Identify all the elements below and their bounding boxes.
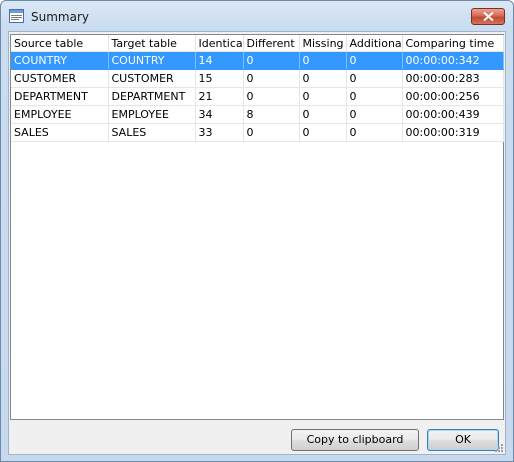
table-row[interactable]: DEPARTMENT DEPARTMENT 21 0 0 0 00:00:00:… — [11, 87, 504, 106]
cell-comparing-time: 00:00:00:283 — [402, 69, 504, 88]
copy-to-clipboard-button[interactable]: Copy to clipboard — [291, 429, 419, 451]
cell-identical: 15 — [195, 69, 244, 88]
table-row[interactable]: COUNTRY COUNTRY 14 0 0 0 00:00:00:342 — [11, 51, 504, 70]
cell-target-table: CUSTOMER — [108, 69, 196, 88]
column-header-source-table[interactable]: Source table — [11, 35, 109, 52]
cell-additional: 0 — [346, 105, 403, 124]
summary-window-icon — [9, 9, 24, 23]
cell-missing: 0 — [299, 51, 347, 70]
cell-additional: 0 — [346, 69, 403, 88]
window-title: Summary — [31, 10, 89, 24]
cell-identical: 21 — [195, 87, 244, 106]
column-header-missing[interactable]: Missing — [299, 35, 347, 52]
cell-source-table: DEPARTMENT — [11, 87, 109, 106]
close-icon — [483, 12, 494, 21]
summary-table: Source table Target table Identical Diff… — [11, 35, 504, 142]
cell-identical: 34 — [195, 105, 244, 124]
close-button[interactable] — [471, 8, 505, 25]
cell-different: 8 — [243, 105, 300, 124]
cell-comparing-time: 00:00:00:439 — [402, 105, 504, 124]
cell-identical: 14 — [195, 51, 244, 70]
cell-additional: 0 — [346, 123, 403, 142]
column-header-identical[interactable]: Identical — [195, 35, 244, 52]
cell-target-table: COUNTRY — [108, 51, 196, 70]
column-header-target-table[interactable]: Target table — [108, 35, 196, 52]
title-bar[interactable]: Summary — [1, 1, 513, 31]
cell-missing: 0 — [299, 123, 347, 142]
table-row[interactable]: SALES SALES 33 0 0 0 00:00:00:319 — [11, 123, 504, 142]
column-header-comparing-time[interactable]: Comparing time — [402, 35, 504, 52]
cell-comparing-time: 00:00:00:319 — [402, 123, 504, 142]
summary-dialog: Summary Source table Target table Identi… — [0, 0, 514, 462]
cell-comparing-time: 00:00:00:256 — [402, 87, 504, 106]
resize-grip-icon[interactable] — [494, 443, 504, 453]
cell-missing: 0 — [299, 105, 347, 124]
table-row[interactable]: CUSTOMER CUSTOMER 15 0 0 0 00:00:00:283 — [11, 69, 504, 88]
cell-missing: 0 — [299, 69, 347, 88]
summary-grid[interactable]: Source table Target table Identical Diff… — [10, 34, 504, 420]
cell-different: 0 — [243, 69, 300, 88]
cell-different: 0 — [243, 87, 300, 106]
cell-different: 0 — [243, 123, 300, 142]
cell-source-table: CUSTOMER — [11, 69, 109, 88]
cell-additional: 0 — [346, 51, 403, 70]
cell-source-table: SALES — [11, 123, 109, 142]
cell-source-table: EMPLOYEE — [11, 105, 109, 124]
cell-comparing-time: 00:00:00:342 — [402, 51, 504, 70]
cell-source-table: COUNTRY — [11, 51, 109, 70]
ok-button[interactable]: OK — [427, 429, 499, 451]
cell-identical: 33 — [195, 123, 244, 142]
cell-target-table: EMPLOYEE — [108, 105, 196, 124]
cell-additional: 0 — [346, 87, 403, 106]
cell-different: 0 — [243, 51, 300, 70]
cell-missing: 0 — [299, 87, 347, 106]
table-row[interactable]: EMPLOYEE EMPLOYEE 34 8 0 0 00:00:00:439 — [11, 105, 504, 124]
column-header-different[interactable]: Different — [243, 35, 300, 52]
column-header-additional[interactable]: Additional — [346, 35, 403, 52]
cell-target-table: DEPARTMENT — [108, 87, 196, 106]
cell-target-table: SALES — [108, 123, 196, 142]
dialog-body: Source table Target table Identical Diff… — [8, 31, 506, 455]
header-row: Source table Target table Identical Diff… — [11, 35, 504, 52]
